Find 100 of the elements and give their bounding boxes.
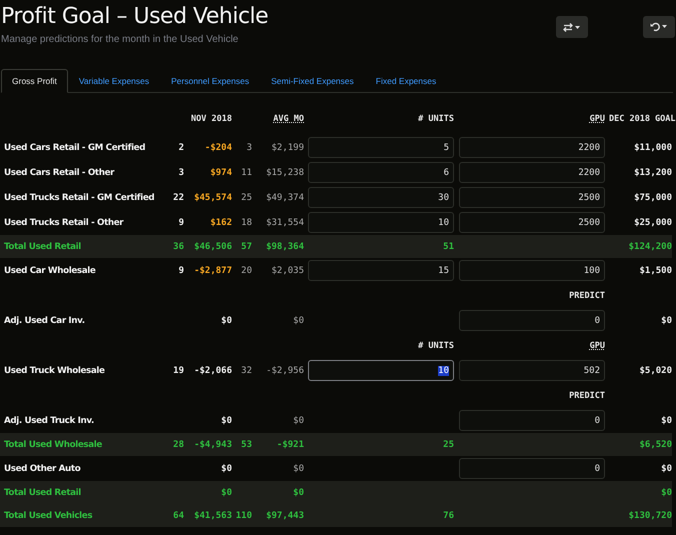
input-field[interactable]: 0	[459, 410, 605, 431]
table-cell: -$2,877	[194, 266, 232, 276]
table-cell: $0	[221, 416, 232, 426]
input-field[interactable]: 2500	[459, 187, 605, 208]
table-cell: -$2,066	[194, 366, 232, 376]
row-label: Used Other Auto	[3, 464, 82, 474]
table-cell: $75,000	[634, 192, 672, 202]
table-cell: $0	[293, 416, 304, 426]
table-cell: $41,563	[194, 510, 232, 520]
table-cell: 57	[241, 242, 252, 252]
table-cell: 25	[241, 192, 252, 202]
input-field[interactable]: 2200	[459, 162, 605, 183]
tab[interactable]: Gross Profit	[1, 69, 68, 93]
table-cell: 9	[178, 218, 184, 228]
table-cell: $0	[661, 416, 672, 426]
table-cell: -$2,956	[266, 366, 304, 376]
input-field[interactable]: 10	[308, 212, 454, 233]
table-cell: 64	[173, 510, 184, 520]
table-cell: 9	[178, 266, 184, 276]
table-cell: $1,500	[639, 266, 672, 276]
table-cell: 25	[443, 440, 454, 450]
tab[interactable]: Fixed Expenses	[364, 69, 448, 93]
table-cell: 51	[443, 242, 454, 252]
table-cell: 22	[173, 192, 184, 202]
tab[interactable]: Semi-Fixed Expenses	[260, 69, 365, 93]
table-cell: $15,238	[266, 168, 304, 178]
table-cell: $97,443	[266, 510, 304, 520]
input-field[interactable]: 2500	[459, 212, 605, 233]
input-field[interactable]: 5	[308, 137, 454, 158]
input-field[interactable]: 502	[459, 360, 605, 381]
table-cell: $5,020	[639, 366, 672, 376]
column-header: # UNITS	[418, 114, 454, 124]
table-cell: $130,720	[628, 510, 672, 520]
table-cell: 76	[443, 510, 454, 520]
table-cell: $0	[221, 488, 232, 498]
table-cell: $0	[293, 488, 304, 498]
table-cell: -$4,943	[194, 440, 232, 450]
table-cell: $49,374	[266, 192, 304, 202]
table-cell: 3	[178, 168, 184, 178]
row-label: Used Cars Retail - GM Certified	[3, 142, 146, 152]
table-cell: $11,000	[634, 142, 672, 152]
input-field[interactable]: 2200	[459, 137, 605, 158]
input-field[interactable]: 15	[308, 260, 454, 281]
row-label: Adj. Used Truck Inv.	[3, 416, 95, 426]
row-label: Adj. Used Car Inv.	[3, 316, 86, 326]
row-label: Used Car Wholesale	[3, 266, 96, 276]
swap-button[interactable]	[556, 16, 588, 38]
table-cell: $45,574	[194, 192, 232, 202]
table-cell: 3	[246, 142, 252, 152]
row-label: Total Used Wholesale	[3, 440, 103, 450]
input-field[interactable]: 6	[308, 162, 454, 183]
column-header: # UNITS	[418, 340, 454, 350]
column-header: GPU	[590, 114, 605, 124]
table-cell: $25,000	[634, 218, 672, 228]
input-field[interactable]: 30	[308, 187, 454, 208]
table-cell: -$921	[276, 440, 304, 450]
table-cell: $124,200	[628, 242, 672, 252]
tab[interactable]: Variable Expenses	[68, 69, 160, 93]
table-cell: $0	[661, 464, 672, 474]
table-cell: $0	[293, 316, 304, 326]
table-cell: $2,035	[271, 266, 304, 276]
table-cell: 53	[241, 440, 252, 450]
table-cell: $2,199	[271, 142, 304, 152]
row-label: Total Used Retail	[3, 488, 82, 498]
row-label: Used Trucks Retail - GM Certified	[3, 192, 156, 202]
table-cell: $31,554	[266, 218, 304, 228]
page-subtitle: Manage predictions for the month in the Used Vehicle	[1, 34, 240, 45]
column-header: DEC 2018 GOAL	[609, 114, 676, 124]
table-cell: $974	[210, 168, 232, 178]
table-cell: $13,200	[634, 168, 672, 178]
input-field[interactable]: 100	[459, 260, 605, 281]
table-cell: 18	[241, 218, 252, 228]
input-field[interactable]: 0	[459, 458, 605, 479]
row-label: Used Trucks Retail - Other	[3, 218, 124, 228]
table-cell: $0	[293, 464, 304, 474]
input-field[interactable]: 0	[459, 310, 605, 331]
row-label: Used Truck Wholesale	[3, 366, 106, 376]
table-cell: $0	[661, 488, 672, 498]
table-cell: $162	[210, 218, 232, 228]
row-label: Total Used Vehicles	[3, 510, 94, 520]
undo-button[interactable]	[643, 16, 675, 38]
table-cell: $6,520	[639, 440, 672, 450]
table-cell: $46,506	[194, 242, 232, 252]
table-cell: 110	[236, 510, 252, 520]
column-header: GPU	[590, 340, 605, 350]
table-cell: 11	[241, 168, 252, 178]
swap-icon	[563, 22, 581, 32]
column-header: PREDICT	[569, 290, 605, 300]
column-header: PREDICT	[569, 390, 605, 400]
table-cell: 19	[173, 366, 184, 376]
table-cell: $0	[661, 316, 672, 326]
table-cell: $0	[221, 316, 232, 326]
row-label: Used Cars Retail - Other	[3, 168, 116, 178]
column-header: AVG MO	[273, 114, 304, 124]
page-title: Profit Goal – Used Vehicle	[1, 3, 268, 31]
table-cell: 32	[241, 366, 252, 376]
input-field[interactable]: 10	[308, 360, 454, 381]
table-cell: 36	[173, 242, 184, 252]
tab[interactable]: Personnel Expenses	[160, 69, 260, 93]
table-cell: 20	[241, 266, 252, 276]
